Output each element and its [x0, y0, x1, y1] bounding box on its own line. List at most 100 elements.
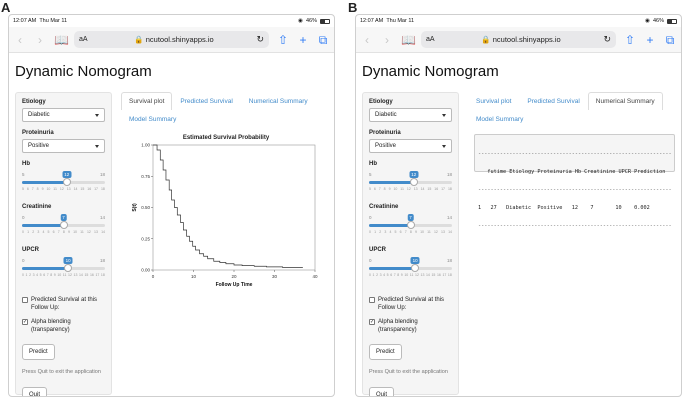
alpha-blending-checkbox[interactable]: ✓ Alpha blending (transparency) [369, 318, 452, 334]
slider-tick-label: 3 [379, 273, 382, 277]
panel-label-b: B [348, 0, 358, 15]
check-icon[interactable]: ✓ [369, 319, 375, 325]
chevron-left-icon[interactable]: ‹ [361, 34, 373, 46]
hb-label: Hb [22, 161, 30, 167]
tabs-icon[interactable]: ⧉ [317, 34, 329, 46]
etiology-select[interactable]: Diabetic [22, 108, 105, 122]
url-text: ncutool.shinyapps.io [492, 35, 561, 44]
hb-slider[interactable]: 5 18 12 5 6 7 8 9 10 11 12 13 14 15 16 17 18 [22, 170, 105, 198]
slider-tick-label: 2 [376, 273, 379, 277]
x-tick-label: 30 [272, 274, 278, 279]
y-tick-label: 1.00 [141, 143, 150, 148]
hb-slider-handle[interactable] [409, 178, 418, 186]
hb-slider[interactable]: 5 18 12 5 6 7 8 9 10 11 12 13 14 15 16 17 18 [369, 170, 452, 198]
creatinine-label: Creatinine [22, 204, 52, 210]
slider-tick-label: 10 [393, 187, 398, 191]
slider-tick-label: 6 [399, 230, 402, 234]
address-bar[interactable]: aA 🔒 ncutool.shinyapps.io ↻ [421, 31, 616, 48]
tab-model-summary[interactable]: Model Summary [121, 110, 184, 128]
creatinine-slider-handle[interactable] [59, 221, 68, 229]
slider-tick-label: 15 [427, 187, 432, 191]
slider-tick-label: 2 [32, 230, 35, 234]
alpha-blending-checkbox[interactable]: ✓ Alpha blending (transparency) [22, 318, 105, 334]
check-icon[interactable]: ✓ [22, 319, 28, 325]
status-date: Thu Mar 11 [386, 18, 415, 24]
proteinuria-select[interactable]: Positive [369, 139, 452, 153]
slider-tick-label: 7 [46, 273, 49, 277]
checkbox-unchecked[interactable] [369, 297, 375, 303]
hb-label: Hb [369, 161, 377, 167]
upcr-slider-handle[interactable] [411, 264, 420, 272]
slider-tick-label: 1 [374, 230, 377, 234]
text-size-button[interactable]: aA [79, 36, 88, 43]
slider-tick-label: 14 [420, 187, 425, 191]
tab-predicted-survival[interactable]: Predicted Survival [172, 92, 240, 110]
slider-tick-label: 8 [397, 273, 400, 277]
share-icon[interactable]: ⇧ [277, 34, 289, 46]
slider-tick-label: 3 [384, 230, 387, 234]
slider-tick-label: 9 [53, 273, 56, 277]
plus-icon[interactable]: + [297, 34, 309, 46]
chevron-down-icon [95, 113, 99, 117]
chevron-left-icon[interactable]: ‹ [14, 34, 26, 46]
slider-tick-label: 8 [50, 273, 53, 277]
reload-icon[interactable]: ↻ [603, 34, 611, 45]
slider-tick-label: 17 [441, 187, 445, 191]
upcr-slider-handle[interactable] [64, 264, 73, 272]
tab-numerical-summary[interactable]: Numerical Summary [587, 92, 663, 110]
etiology-select[interactable]: Diabetic [369, 108, 452, 122]
reload-icon[interactable]: ↻ [256, 34, 264, 45]
slider-tick-label: 18 [447, 187, 452, 191]
creatinine-slider[interactable]: 0 14 7 0 1 2 3 4 5 6 7 8 9 10 11 12 13 14 [22, 213, 105, 241]
predicted-survival-checkbox[interactable]: Predicted Survival at this Follow Up: [369, 296, 452, 312]
plus-icon[interactable]: + [644, 34, 656, 46]
creatinine-slider[interactable]: 0 14 7 0 1 2 3 4 5 6 7 8 9 10 11 12 13 14 [369, 213, 452, 241]
tab-model-summary[interactable]: Model Summary [468, 110, 531, 128]
tab-numerical-summary[interactable]: Numerical Summary [241, 92, 316, 110]
text-size-button[interactable]: aA [426, 36, 435, 43]
slider-tick-label: 14 [78, 273, 83, 277]
quit-button[interactable]: Quit [369, 387, 395, 396]
address-bar[interactable]: aA 🔒 ncutool.shinyapps.io ↻ [74, 31, 269, 48]
book-icon[interactable]: 📖 [401, 34, 416, 46]
upcr-slider[interactable]: 0 18 10 0 1 2 3 4 5 6 7 8 9 10 11 12 13 14 15 16 17 18 [369, 256, 452, 284]
slider-tick-label: 1 [25, 273, 28, 277]
chevron-right-icon[interactable]: › [381, 34, 393, 46]
chevron-right-icon[interactable]: › [34, 34, 46, 46]
slider-tick-label: 4 [36, 273, 39, 277]
chart-title: Estimated Survival Probability [182, 135, 270, 141]
slider-tick-label: 11 [53, 187, 57, 191]
quit-note: Press Quit to exit the application [369, 369, 448, 375]
slider-tick-label: 0 [22, 273, 24, 277]
checkbox-unchecked[interactable] [22, 297, 28, 303]
page-title: Dynamic Nomogram [15, 63, 152, 80]
hb-slider-handle[interactable] [62, 178, 71, 186]
tab-bar: Survival plot Predicted Survival Numeric… [121, 92, 328, 128]
book-icon[interactable]: 📖 [54, 34, 69, 46]
survival-chart-svg: 0 10 20 30 40 0.00 0.25 0.50 0.75 1.00 Follow Up T… [132, 143, 318, 289]
slider-tick-label: 4 [389, 230, 392, 234]
tab-predicted-survival[interactable]: Predicted Survival [519, 92, 587, 110]
chevron-down-icon [95, 144, 99, 148]
tabs-icon[interactable]: ⧉ [664, 34, 676, 46]
upcr-slider[interactable]: 0 18 10 0 1 2 3 4 5 6 7 8 9 10 11 12 13 14 15 16 17 18 [22, 256, 105, 284]
share-icon[interactable]: ⇧ [624, 34, 636, 46]
etiology-label: Etiology [22, 99, 46, 105]
proteinuria-select[interactable]: Positive [22, 139, 105, 153]
predict-button[interactable]: Predict [22, 344, 55, 360]
tab-survival-plot[interactable]: Survival plot [468, 92, 519, 110]
lock-icon: 🔒 [481, 35, 491, 44]
slider-tick-label: 9 [400, 273, 403, 277]
creatinine-value: 7 [407, 214, 414, 221]
creatinine-slider-handle[interactable] [406, 221, 415, 229]
predicted-survival-checkbox[interactable]: Predicted Survival at this Follow Up: [22, 296, 105, 312]
tab-survival-plot[interactable]: Survival plot [121, 92, 173, 110]
slider-tick-label: 4 [42, 230, 45, 234]
quit-button[interactable]: Quit [22, 387, 48, 396]
slider-tick-label: 15 [431, 273, 436, 277]
predict-button[interactable]: Predict [369, 344, 402, 360]
slider-tick-label: 0 [22, 230, 24, 234]
slider-tick-label: 13 [441, 230, 445, 234]
slider-tick-label: 13 [420, 273, 425, 277]
slider-tick-label: 11 [400, 187, 404, 191]
